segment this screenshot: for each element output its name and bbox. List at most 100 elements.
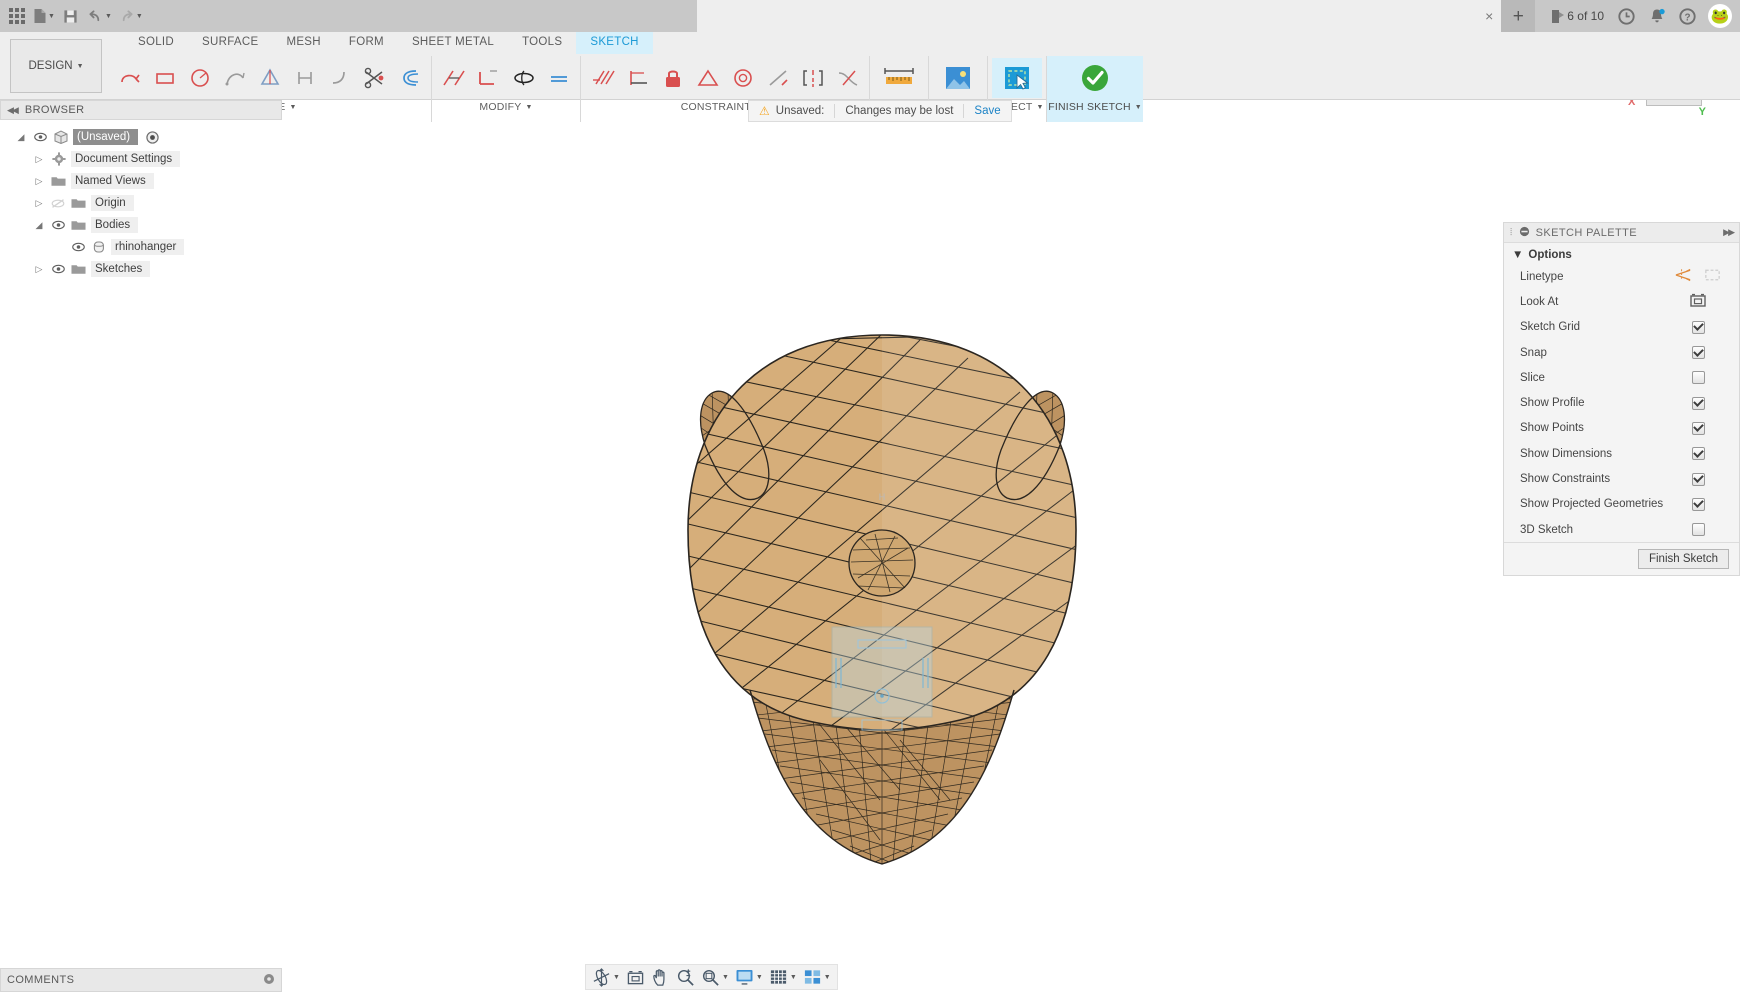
frog-avatar[interactable]: 🐸 (1708, 4, 1732, 28)
help-icon[interactable]: ? (1673, 2, 1702, 30)
visibility-icon[interactable] (70, 242, 86, 252)
visibility-icon[interactable] (32, 132, 48, 142)
twist-closed-icon[interactable]: ▷ (32, 198, 46, 209)
finish-sketch-check-icon[interactable] (1051, 58, 1139, 98)
sketch-grid-checkbox[interactable] (1692, 321, 1705, 334)
tab-tools[interactable]: TOOLS (508, 32, 576, 54)
grid-snaps-icon[interactable]: ▼ (766, 965, 800, 989)
tab-form[interactable]: FORM (335, 32, 398, 54)
coincident-constraint-icon[interactable] (585, 58, 620, 98)
cloud-credits-button[interactable]: 6 of 10 (1545, 2, 1610, 30)
look-at-icon[interactable] (1689, 292, 1707, 311)
clock-icon[interactable] (1612, 2, 1641, 30)
palette-section-options[interactable]: ▼ Options (1504, 243, 1739, 264)
save-button[interactable]: Save (974, 105, 1000, 117)
mirror-icon[interactable] (506, 58, 541, 98)
arc-icon[interactable] (217, 58, 252, 98)
panel-modify-label[interactable]: MODIFY▼ (479, 101, 532, 113)
3d-sketch-checkbox[interactable] (1692, 523, 1705, 536)
panel-finish-sketch-label[interactable]: FINISH SKETCH▼ (1048, 101, 1142, 113)
tree-item-sketches[interactable]: ▷ Sketches (0, 258, 282, 280)
workspace-switcher[interactable]: DESIGN ▼ (10, 39, 102, 93)
tab-solid[interactable]: SOLID (124, 32, 188, 54)
fit-icon[interactable]: ▼ (698, 965, 732, 989)
insert-image-icon[interactable] (933, 58, 983, 98)
fillet-icon[interactable] (322, 58, 357, 98)
show-profile-checkbox[interactable] (1692, 397, 1705, 410)
select-window-icon[interactable] (992, 58, 1042, 98)
palette-section-label: Options (1528, 249, 1571, 261)
visibility-icon[interactable] (50, 264, 66, 274)
collinear-constraint-icon[interactable] (620, 58, 655, 98)
show-projected-geometries-checkbox[interactable] (1692, 498, 1705, 511)
tab-sketch[interactable]: SKETCH (576, 32, 652, 54)
polygon-icon[interactable] (252, 58, 287, 98)
equal-constraint-icon[interactable] (541, 58, 576, 98)
linetype-construction-icon[interactable] (1674, 267, 1693, 286)
dock-icon[interactable] (1519, 226, 1530, 240)
viewports-icon[interactable]: ▼ (800, 965, 834, 989)
document-tab[interactable]: × (697, 0, 1501, 32)
save-icon[interactable] (58, 2, 84, 30)
finish-sketch-button[interactable]: Finish Sketch (1638, 549, 1729, 569)
look-at-icon[interactable] (623, 965, 648, 989)
activate-radio-icon[interactable] (146, 131, 159, 144)
break-icon[interactable] (436, 58, 471, 98)
tab-surface[interactable]: SURFACE (188, 32, 272, 54)
visibility-off-icon[interactable] (50, 198, 66, 209)
tree-item-unsaved[interactable]: ◢ (Unsaved) (0, 126, 282, 148)
twist-closed-icon[interactable]: ▷ (32, 154, 46, 165)
sketch-line-icon[interactable] (112, 58, 147, 98)
zoom-icon[interactable] (673, 965, 698, 989)
collapse-icon[interactable]: ◀◀ (7, 105, 17, 116)
fix-unfix-icon[interactable] (655, 58, 690, 98)
show-points-checkbox[interactable] (1692, 422, 1705, 435)
symmetry-constraint-icon[interactable] (795, 58, 830, 98)
show-dimensions-checkbox[interactable] (1692, 447, 1705, 460)
comments-panel[interactable]: COMMENTS (0, 968, 282, 992)
tree-item-named-views[interactable]: ▷ Named Views (0, 170, 282, 192)
concentric-constraint-icon[interactable] (725, 58, 760, 98)
tab-mesh[interactable]: MESH (272, 32, 334, 54)
visibility-icon[interactable] (50, 220, 66, 230)
tree-item-rhinohanger[interactable]: rhinohanger (0, 236, 282, 258)
palette-row-label: 3D Sketch (1520, 524, 1667, 536)
twist-open-icon[interactable]: ◢ (14, 132, 28, 143)
sketch-palette-header[interactable]: ⦙ SKETCH PALETTE ▶▶ (1504, 223, 1739, 243)
slice-checkbox[interactable] (1692, 371, 1705, 384)
tab-sheet-metal[interactable]: SHEET METAL (398, 32, 508, 54)
curvature-constraint-icon[interactable] (830, 58, 865, 98)
tree-item-origin[interactable]: ▷ Origin (0, 192, 282, 214)
new-tab-button[interactable]: + (1501, 0, 1535, 32)
measure-icon[interactable] (874, 58, 924, 98)
offset-icon[interactable] (392, 58, 427, 98)
display-settings-icon[interactable]: ▼ (732, 965, 766, 989)
chevron-right-double-icon[interactable]: ▶▶ (1723, 227, 1733, 238)
circle-icon[interactable] (182, 58, 217, 98)
twist-open-icon[interactable]: ◢ (32, 220, 46, 231)
palette-row-show-points: Show Points (1504, 416, 1739, 441)
new-document-icon[interactable]: ▼ (30, 2, 58, 30)
show-constraints-checkbox[interactable] (1692, 473, 1705, 486)
twist-closed-icon[interactable]: ▷ (32, 176, 46, 187)
snap-checkbox[interactable] (1692, 346, 1705, 359)
linetype-centerline-icon[interactable] (1703, 267, 1722, 286)
drag-grip-icon[interactable]: ⦙ (1510, 227, 1513, 238)
redo-icon[interactable]: ▼ (115, 2, 146, 30)
extend-icon[interactable] (471, 58, 506, 98)
undo-icon[interactable]: ▼ (84, 2, 115, 30)
rectangle-icon[interactable] (147, 58, 182, 98)
orbit-icon[interactable]: ▼ (589, 965, 623, 989)
tangent-constraint-icon[interactable] (690, 58, 725, 98)
panel-options-icon[interactable] (263, 973, 275, 988)
trim-icon[interactable] (357, 58, 392, 98)
tree-item-document-settings[interactable]: ▷ Document Settings (0, 148, 282, 170)
pan-icon[interactable] (648, 965, 673, 989)
close-icon[interactable]: × (1485, 9, 1493, 23)
slot-icon[interactable] (287, 58, 322, 98)
perpendicular-constraint-icon[interactable] (760, 58, 795, 98)
bell-icon[interactable] (1643, 2, 1671, 30)
tree-item-bodies[interactable]: ◢ Bodies (0, 214, 282, 236)
app-grid-icon[interactable] (4, 2, 30, 30)
twist-closed-icon[interactable]: ▷ (32, 264, 46, 275)
